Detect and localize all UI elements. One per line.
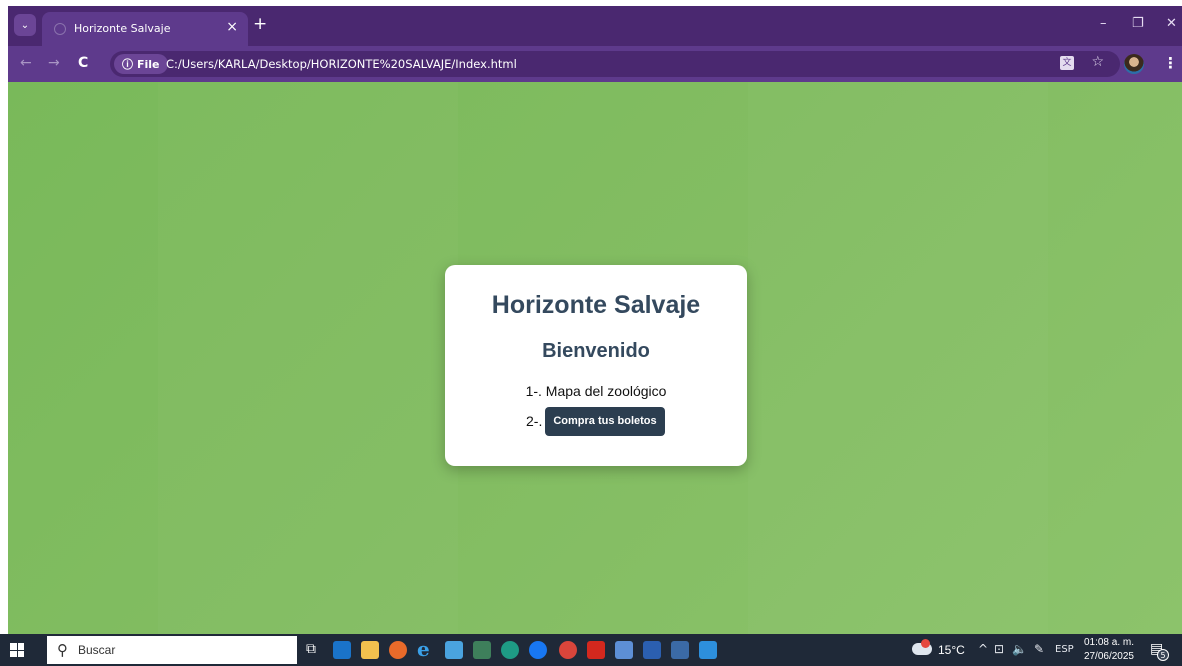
file-explorer-icon[interactable] <box>361 641 379 659</box>
back-button[interactable]: ← <box>20 55 32 71</box>
task-view-icon[interactable]: ⧉ <box>306 641 324 659</box>
windows-taskbar: ⚲ Buscar ⧉ e 15°C ^ ⊡ 🔈 ✎ ESP 01:08 a. m… <box>0 634 1182 666</box>
paint-icon[interactable] <box>445 641 463 659</box>
windows-start-icon[interactable] <box>10 643 24 657</box>
internet-explorer-icon[interactable]: e <box>417 637 435 661</box>
tab-strip: ⌄ Horizonte Salvaje × + – ❐ ✕ <box>8 6 1182 46</box>
speaker-icon[interactable]: 🔈 <box>1012 642 1027 656</box>
profile-avatar[interactable] <box>1124 54 1144 74</box>
language-indicator[interactable]: ESP <box>1055 644 1074 655</box>
list-prefix: 1-. <box>525 383 542 399</box>
edge-icon[interactable] <box>501 641 519 659</box>
forward-button[interactable]: → <box>48 55 60 71</box>
calculator-icon[interactable] <box>473 641 491 659</box>
list-item-zoo-map[interactable]: 1-. Mapa del zoológico <box>445 383 747 399</box>
welcome-card: Horizonte Salvaje Bienvenido 1-. Mapa de… <box>445 265 747 466</box>
taskbar-search-box[interactable]: ⚲ Buscar <box>47 636 297 664</box>
background-shade <box>158 82 458 634</box>
browser-menu-icon[interactable]: ⋮ <box>1163 54 1178 72</box>
tab-search-button[interactable]: ⌄ <box>14 14 36 36</box>
vscode-icon[interactable] <box>699 641 717 659</box>
acrobat-icon[interactable] <box>587 641 605 659</box>
word-icon[interactable] <box>643 641 661 659</box>
page-title: Horizonte Salvaje <box>491 291 701 319</box>
list-prefix: 2-. <box>526 413 543 429</box>
globe-icon <box>54 23 66 35</box>
browser-window: ⌄ Horizonte Salvaje × + – ❐ ✕ ← → C ⓘ Fi… <box>8 6 1182 634</box>
pen-icon[interactable]: ✎ <box>1034 642 1044 656</box>
notification-count: 5 <box>1157 649 1169 661</box>
tab-title: Horizonte Salvaje <box>74 22 171 35</box>
weather-temperature[interactable]: 15°C <box>938 643 965 657</box>
clock-time[interactable]: 01:08 a. m. <box>1082 637 1134 648</box>
address-bar[interactable]: ⓘ File C:/Users/KARLA/Desktop/HORIZONTE%… <box>110 51 1120 77</box>
network-icon[interactable]: ⊡ <box>994 642 1004 656</box>
firefox-icon[interactable] <box>389 641 407 659</box>
chrome-icon[interactable] <box>559 641 577 659</box>
facebook-icon[interactable] <box>529 641 547 659</box>
buy-tickets-button[interactable]: Compra tus boletos <box>545 406 665 436</box>
visio-icon[interactable] <box>671 641 689 659</box>
search-icon: ⚲ <box>57 641 68 659</box>
close-tab-icon[interactable]: × <box>226 19 238 35</box>
close-window-button[interactable]: ✕ <box>1166 16 1177 31</box>
url-text[interactable]: C:/Users/KARLA/Desktop/HORIZONTE%20SALVA… <box>166 57 517 71</box>
minimize-button[interactable]: – <box>1100 16 1107 31</box>
clock-date[interactable]: 27/06/2025 <box>1082 651 1134 662</box>
background-shade <box>748 82 1048 634</box>
page-viewport: Horizonte Salvaje Bienvenido 1-. Mapa de… <box>8 82 1182 634</box>
reload-button[interactable]: C <box>78 55 88 71</box>
weather-alert-badge <box>921 639 930 648</box>
list-item-tickets: 2-. Compra tus boletos <box>526 406 665 436</box>
search-placeholder: Buscar <box>78 643 116 657</box>
outlook-icon[interactable] <box>333 641 351 659</box>
tab-horizonte-salvaje[interactable]: Horizonte Salvaje × <box>42 12 248 46</box>
new-tab-button[interactable]: + <box>253 14 267 34</box>
app-icon[interactable] <box>615 641 633 659</box>
site-info-chip[interactable]: ⓘ File <box>114 54 168 74</box>
browser-toolbar: ← → C ⓘ File C:/Users/KARLA/Desktop/HORI… <box>8 46 1182 82</box>
zoo-map-link[interactable]: Mapa del zoológico <box>546 383 667 399</box>
info-icon: ⓘ <box>122 58 133 71</box>
site-chip-label: File <box>137 57 160 71</box>
translate-icon[interactable]: 文 <box>1060 56 1074 70</box>
restore-button[interactable]: ❐ <box>1132 16 1144 31</box>
welcome-heading: Bienvenido <box>542 340 650 362</box>
bookmark-star-icon[interactable]: ☆ <box>1091 54 1104 70</box>
chevron-up-icon[interactable]: ^ <box>978 642 988 656</box>
